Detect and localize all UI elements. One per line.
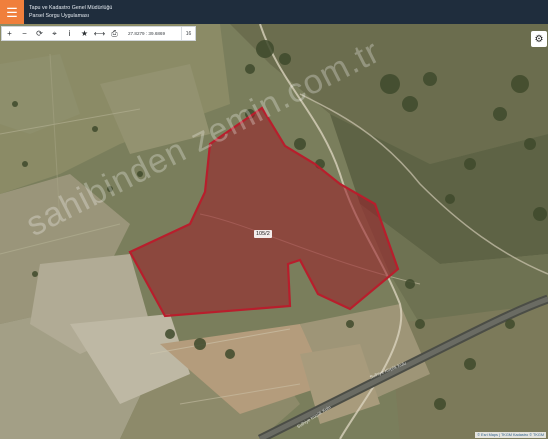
refresh-icon: ⟳ bbox=[36, 28, 43, 38]
app-title-block: Tapu ve Kadastro Genel Müdürlüğü Parsel … bbox=[29, 4, 112, 20]
app-title: Tapu ve Kadastro Genel Müdürlüğü bbox=[29, 5, 113, 11]
menu-button[interactable]: ☰ bbox=[0, 0, 24, 24]
info-button[interactable]: i bbox=[62, 27, 77, 40]
hamburger-icon: ☰ bbox=[6, 4, 18, 20]
print-icon: ⎙ bbox=[111, 28, 118, 38]
coordinates-readout: 27.8279 : 39.6869 bbox=[128, 31, 166, 36]
measure-button[interactable]: ⟷ bbox=[92, 27, 107, 40]
print-button[interactable]: ⎙ bbox=[107, 27, 122, 40]
zoom-in-button[interactable]: + bbox=[2, 27, 17, 40]
zoom-level-readout: 16 bbox=[181, 27, 195, 40]
crosshair-icon: ⌖ bbox=[52, 28, 57, 38]
info-icon: i bbox=[68, 28, 71, 38]
star-icon: ★ bbox=[80, 28, 89, 38]
locate-button[interactable]: ⌖ bbox=[47, 27, 62, 40]
refresh-button[interactable]: ⟳ bbox=[32, 27, 47, 40]
app-subtitle: Parsel Sorgu Uygulaması bbox=[29, 13, 90, 19]
favorite-button[interactable]: ★ bbox=[77, 27, 92, 40]
parcel-label[interactable]: 105/2 bbox=[254, 230, 272, 238]
ruler-icon: ⟷ bbox=[93, 28, 106, 38]
map-toolbar: + − ⟳ ⌖ i ★ ⟷ ⎙ 27.8279 : 39.6869 16 bbox=[1, 26, 196, 41]
gear-icon: ⚙ bbox=[534, 33, 544, 45]
settings-button[interactable]: ⚙ bbox=[531, 31, 547, 47]
zoom-out-button[interactable]: − bbox=[17, 27, 32, 40]
minus-icon: − bbox=[22, 28, 27, 38]
app-header: ☰ Tapu ve Kadastro Genel Müdürlüğü Parse… bbox=[0, 0, 548, 24]
plus-icon: + bbox=[7, 28, 12, 38]
map-attribution[interactable]: © Esri Maps | TKGM Kadastro © TKGM bbox=[475, 432, 546, 438]
